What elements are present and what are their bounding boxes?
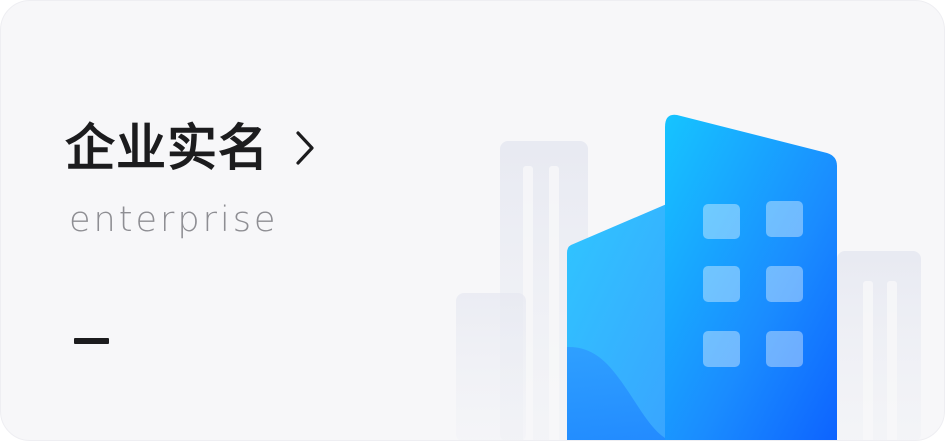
card-subtitle: enterprise: [69, 200, 279, 240]
enterprise-verification-card[interactable]: 企业实名 enterprise: [0, 0, 945, 441]
chevron-right-icon[interactable]: [293, 128, 319, 168]
office-building-icon: [456, 114, 921, 440]
title-row[interactable]: 企业实名: [65, 113, 319, 183]
accent-dash: [74, 338, 109, 344]
card-title: 企业实名: [65, 119, 269, 177]
